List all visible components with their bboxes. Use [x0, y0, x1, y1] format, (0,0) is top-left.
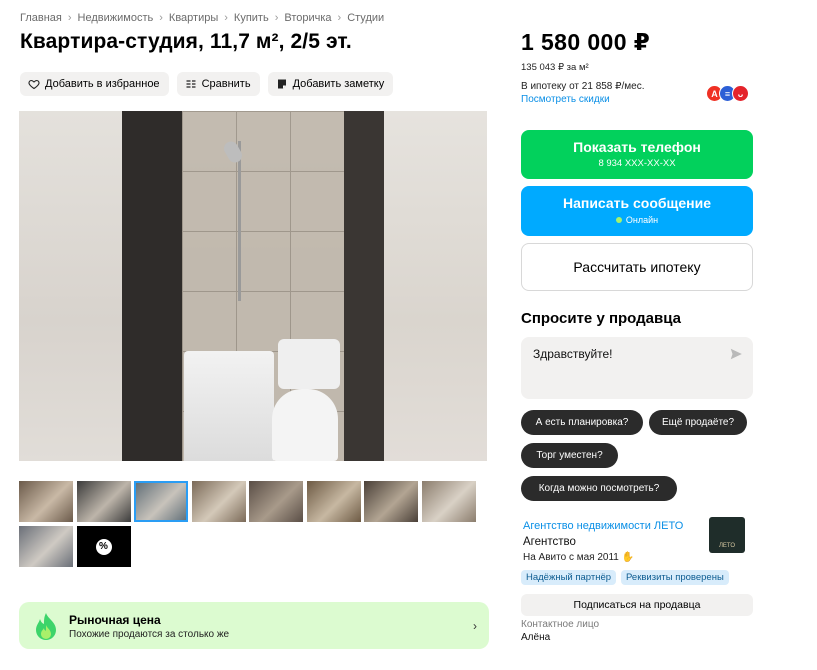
ask-seller-text: Здравствуйте!	[533, 347, 613, 361]
breadcrumb-item-secondary[interactable]: Вторичка	[284, 12, 331, 24]
breadcrumb-item-realty[interactable]: Недвижимость	[78, 12, 154, 24]
more-photos-thumbnail[interactable]: %	[76, 526, 131, 567]
online-status: Онлайн	[521, 215, 753, 225]
breadcrumb-item-home[interactable]: Главная	[20, 12, 62, 24]
price-per-meter: 135 043 ₽ за м²	[521, 62, 589, 73]
contact-person-label: Контактное лицо	[521, 619, 600, 630]
flame-icon	[36, 613, 56, 640]
online-status-label: Онлайн	[625, 215, 659, 225]
compare-button[interactable]: Сравнить	[176, 72, 260, 96]
thumbnail[interactable]	[421, 481, 476, 522]
breadcrumb-separator: ›	[67, 12, 72, 24]
chevron-right-icon: ›	[473, 619, 477, 633]
bank-logos: А ≡ ᴗ	[706, 85, 749, 102]
see-discounts-link[interactable]: Посмотреть скидки	[521, 94, 610, 105]
heart-icon	[28, 79, 40, 90]
thumbnail[interactable]	[191, 481, 246, 522]
breadcrumb-separator: ›	[159, 12, 163, 24]
show-phone-button[interactable]: Показать телефон 8 934 XXX-XX-XX	[521, 130, 753, 179]
send-icon[interactable]	[729, 347, 743, 361]
agency-logo-text: ЛЕТО	[718, 543, 735, 549]
photo-image	[122, 111, 384, 461]
toilet	[272, 389, 338, 461]
breadcrumb-item-apartments[interactable]: Квартиры	[169, 12, 218, 24]
market-price-banner[interactable]: Рыночная цена Похожие продаются за столь…	[19, 602, 489, 649]
note-icon	[277, 79, 286, 89]
verified-details-badge: Реквизиты проверены	[621, 570, 729, 585]
add-favorite-label: Добавить в избранное	[45, 78, 160, 90]
show-phone-label: Показать телефон	[573, 139, 701, 155]
breadcrumb-separator: ›	[224, 12, 228, 24]
seller-since-label: На Авито с мая 2011	[523, 552, 619, 563]
breadcrumb-separator: ›	[274, 12, 279, 24]
breadcrumb-item-studios[interactable]: Студии	[347, 12, 384, 24]
quick-question-chip[interactable]: Торг уместен?	[521, 443, 618, 468]
subscribe-seller-button[interactable]: Подписаться на продавца	[521, 594, 753, 616]
add-favorite-button[interactable]: Добавить в избранное	[20, 72, 169, 96]
price: 1 580 000 ₽	[521, 29, 651, 55]
photo-blur-left	[19, 111, 122, 461]
add-note-label: Добавить заметку	[292, 78, 385, 90]
thumbnail-strip: %	[19, 481, 476, 567]
breadcrumb-separator: ›	[337, 12, 342, 24]
thumbnail[interactable]	[249, 481, 303, 522]
compare-label: Сравнить	[201, 78, 251, 90]
write-message-label: Написать сообщение	[562, 195, 712, 211]
agency-logo[interactable]: ЛЕТО	[709, 517, 745, 553]
add-note-button[interactable]: Добавить заметку	[267, 72, 394, 96]
photo-blur-right	[384, 111, 487, 461]
online-dot-icon	[615, 217, 622, 223]
seller-type: Агентство	[523, 536, 576, 548]
compare-icon	[186, 80, 196, 88]
thumbnail[interactable]	[134, 481, 188, 522]
quick-question-chip[interactable]: Когда можно посмотреть?	[521, 476, 677, 501]
market-price-title: Рыночная цена	[69, 613, 161, 627]
main-photo[interactable]	[19, 111, 487, 461]
ask-seller-title: Спросите у продавца	[521, 310, 681, 327]
seller-since: На Авито с мая 2011 ✋	[523, 552, 634, 563]
breadcrumb-item-buy[interactable]: Купить	[234, 12, 269, 24]
ask-seller-input[interactable]: Здравствуйте!	[521, 337, 753, 399]
thumbnail[interactable]	[76, 481, 131, 522]
thumbnail[interactable]	[19, 481, 73, 522]
phone-number-masked: 8 934 XXX-XX-XX	[598, 158, 676, 169]
write-message-button[interactable]: Написать сообщение Онлайн	[521, 186, 753, 236]
market-price-subtitle: Похожие продаются за столько же	[69, 629, 230, 640]
contact-person-name: Алёна	[521, 632, 551, 643]
calculate-mortgage-button[interactable]: Рассчитать ипотеку	[521, 243, 753, 291]
thumbnail[interactable]	[19, 526, 73, 567]
thumbnail[interactable]	[364, 481, 418, 522]
hands-icon: ✋	[621, 552, 635, 563]
quick-question-chip[interactable]: Ещё продаёте?	[649, 410, 747, 435]
reliable-partner-badge: Надёжный партнёр	[521, 570, 617, 585]
page-title: Квартира-студия, 11,7 м², 2/5 эт.	[20, 30, 352, 53]
bank-logo-red-icon: ᴗ	[732, 85, 749, 102]
thumbnail[interactable]	[306, 481, 361, 522]
listing-actions: Добавить в избранное Сравнить Добавить з…	[20, 72, 394, 96]
breadcrumb: Главная › Недвижимость › Квартиры › Купить ›…	[20, 12, 384, 24]
agency-name-link[interactable]: Агентство недвижимости ЛЕТО	[523, 520, 683, 532]
seller-badges: Надёжный партнёр Реквизиты проверены	[521, 570, 729, 585]
bathtub	[184, 351, 274, 461]
quick-question-chip[interactable]: А есть планировка?	[521, 410, 643, 435]
mortgage-info: В ипотеку от 21 858 ₽/мес.	[521, 81, 645, 92]
percent-icon: %	[95, 538, 112, 555]
